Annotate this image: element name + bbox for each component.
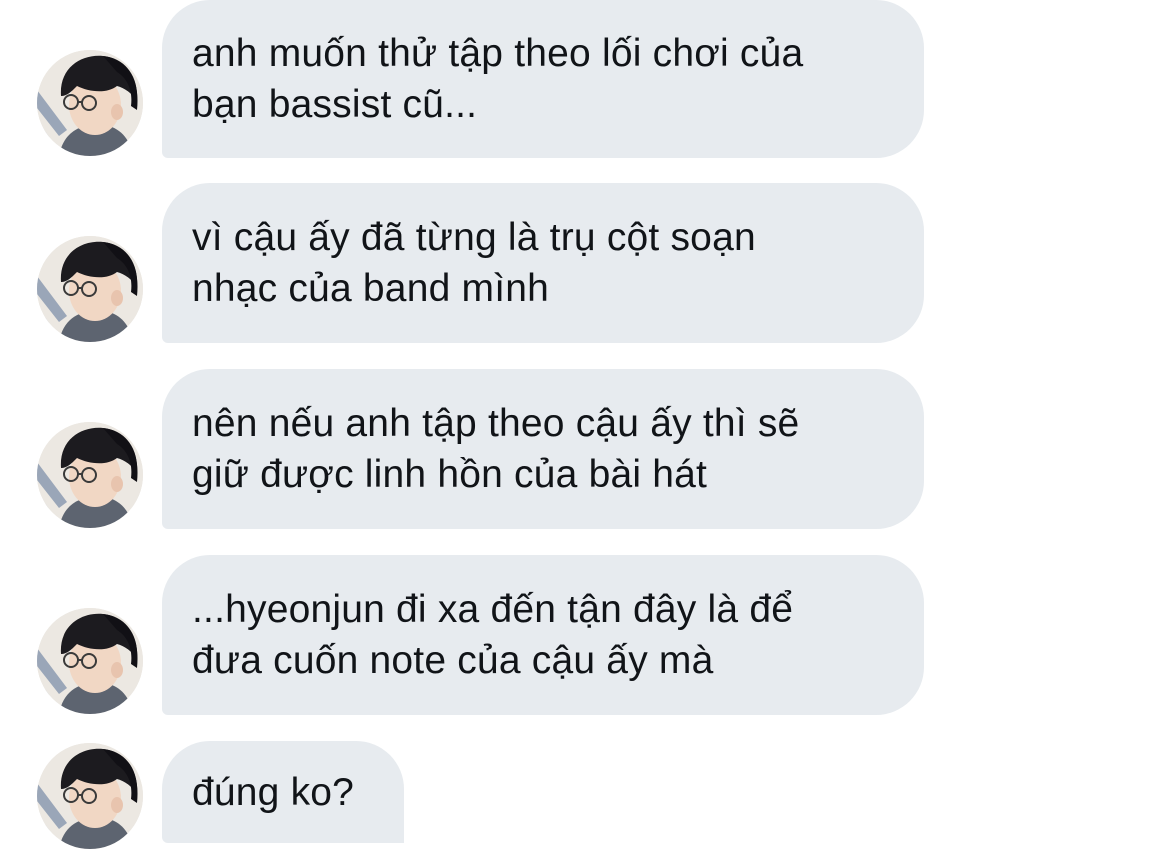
- sender-avatar[interactable]: [37, 422, 143, 528]
- message-row: nên nếu anh tập theo cậu ấy thì sẽ giữ đ…: [0, 369, 1170, 531]
- user-avatar-icon: [37, 50, 143, 156]
- message-text: nên nếu anh tập theo cậu ấy thì sẽ: [192, 402, 800, 445]
- message-text: anh muốn thử tập theo lối chơi của: [192, 32, 804, 75]
- user-avatar-icon: [37, 236, 143, 342]
- message-text: bạn bassist cũ...: [192, 83, 478, 126]
- message-bubble[interactable]: vì cậu ấy đã từng là trụ cột soạn nhạc c…: [162, 183, 924, 343]
- message-text: nhạc của band mình: [192, 267, 550, 310]
- message-row: đúng ko?: [0, 741, 1170, 849]
- message-text: ...hyeonjun đi xa đến tận đây là để: [192, 588, 794, 631]
- message-bubble[interactable]: anh muốn thử tập theo lối chơi của bạn b…: [162, 0, 924, 158]
- sender-avatar[interactable]: [37, 743, 143, 849]
- user-avatar-icon: [37, 743, 143, 849]
- message-bubble[interactable]: nên nếu anh tập theo cậu ấy thì sẽ giữ đ…: [162, 369, 924, 529]
- sender-avatar[interactable]: [37, 236, 143, 342]
- message-text: đúng ko?: [192, 770, 355, 814]
- message-text: đưa cuốn note của cậu ấy mà: [192, 639, 714, 682]
- user-avatar-icon: [37, 422, 143, 528]
- message-row: vì cậu ấy đã từng là trụ cột soạn nhạc c…: [0, 183, 1170, 345]
- sender-avatar[interactable]: [37, 608, 143, 714]
- user-avatar-icon: [37, 608, 143, 714]
- message-bubble[interactable]: ...hyeonjun đi xa đến tận đây là để đưa …: [162, 555, 924, 715]
- message-text: giữ được linh hồn của bài hát: [192, 453, 708, 496]
- message-row: ...hyeonjun đi xa đến tận đây là để đưa …: [0, 555, 1170, 717]
- message-text: vì cậu ấy đã từng là trụ cột soạn: [192, 216, 756, 259]
- sender-avatar[interactable]: [37, 50, 143, 156]
- conversation-thread: anh muốn thử tập theo lối chơi của bạn b…: [0, 0, 1170, 849]
- message-row: anh muốn thử tập theo lối chơi của bạn b…: [0, 0, 1170, 160]
- message-bubble[interactable]: đúng ko?: [162, 741, 404, 843]
